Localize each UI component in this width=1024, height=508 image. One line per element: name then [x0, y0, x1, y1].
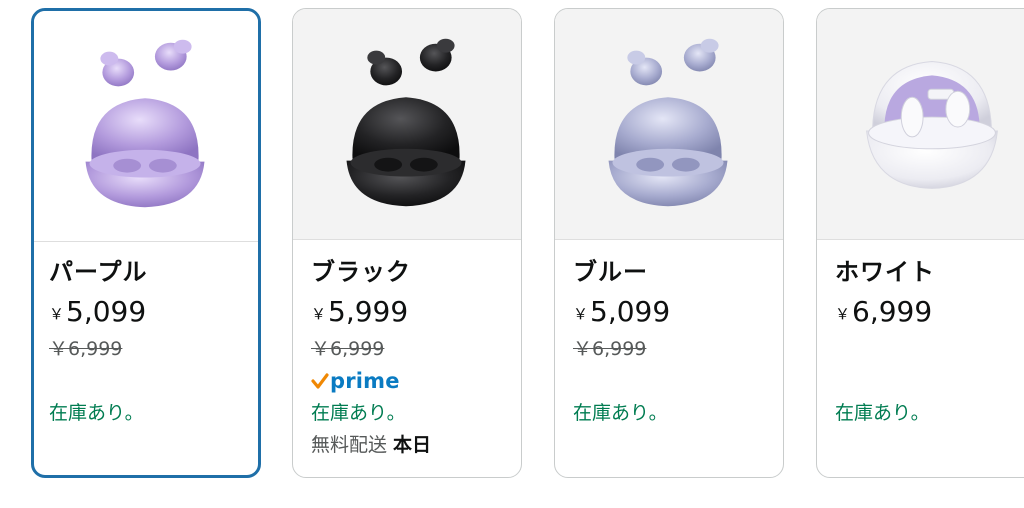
- product-image-area: [817, 9, 1024, 240]
- product-image-area: [555, 9, 783, 240]
- delivery-day: 本日: [393, 434, 432, 456]
- variant-info: ブラック ￥5,999 ￥6,999 prime 在庫あり。 無料配送 本日: [311, 257, 511, 457]
- currency-symbol: ￥: [49, 305, 65, 323]
- variant-card-purple[interactable]: パープル ￥5,099 ￥6,999 在庫あり。: [31, 8, 261, 478]
- variant-price: ￥5,999: [311, 295, 511, 329]
- variant-name: ホワイト: [835, 258, 935, 286]
- variant-price: ￥5,099: [49, 295, 248, 329]
- variant-card-blue[interactable]: ブルー ￥5,099 ￥6,999 在庫あり。: [554, 8, 784, 478]
- variant-info: ホワイト ￥6,999 在庫あり。: [835, 257, 1024, 425]
- stock-status: 在庫あり。: [573, 402, 668, 424]
- variant-name: ブルー: [573, 258, 648, 286]
- price-value: 5,099: [66, 295, 147, 328]
- variant-price: ￥5,099: [573, 295, 773, 329]
- variant-card-white[interactable]: ホワイト ￥6,999 在庫あり。: [816, 8, 1024, 478]
- earbuds-white-image: [866, 61, 998, 189]
- variant-name: パープル: [49, 258, 148, 286]
- currency-symbol: ￥: [311, 305, 327, 323]
- variant-info: パープル ￥5,099 ￥6,999 在庫あり。: [49, 257, 248, 425]
- check-icon: [311, 373, 329, 389]
- delivery-label: 無料配送: [311, 434, 388, 456]
- price-value: 5,999: [328, 295, 409, 328]
- price-value: 5,099: [590, 295, 671, 328]
- list-price: ￥6,999: [573, 338, 647, 360]
- list-price: ￥6,999: [49, 338, 123, 360]
- variant-name: ブラック: [311, 258, 411, 286]
- list-price: ￥6,999: [311, 338, 385, 360]
- currency-symbol: ￥: [573, 305, 589, 323]
- earbuds-blue-image: [608, 38, 728, 207]
- currency-symbol: ￥: [835, 305, 851, 323]
- delivery-info: 無料配送 本日: [311, 433, 511, 457]
- variant-info: ブルー ￥5,099 ￥6,999 在庫あり。: [573, 257, 773, 425]
- product-image-area: [293, 9, 521, 240]
- variant-price: ￥6,999: [835, 295, 1024, 329]
- color-variant-list: パープル ￥5,099 ￥6,999 在庫あり。 ブラック ￥5,999 ￥6,…: [0, 0, 1024, 508]
- stock-status: 在庫あり。: [49, 402, 144, 424]
- variant-card-black[interactable]: ブラック ￥5,999 ￥6,999 prime 在庫あり。 無料配送 本日: [292, 8, 522, 478]
- stock-status: 在庫あり。: [311, 402, 406, 424]
- prime-label: prime: [330, 369, 400, 393]
- prime-badge: prime: [311, 369, 511, 393]
- earbuds-black-image: [346, 38, 466, 207]
- stock-status: 在庫あり。: [835, 402, 930, 424]
- product-image-area: [34, 11, 258, 242]
- earbuds-purple-image: [85, 39, 205, 208]
- price-value: 6,999: [852, 295, 933, 328]
